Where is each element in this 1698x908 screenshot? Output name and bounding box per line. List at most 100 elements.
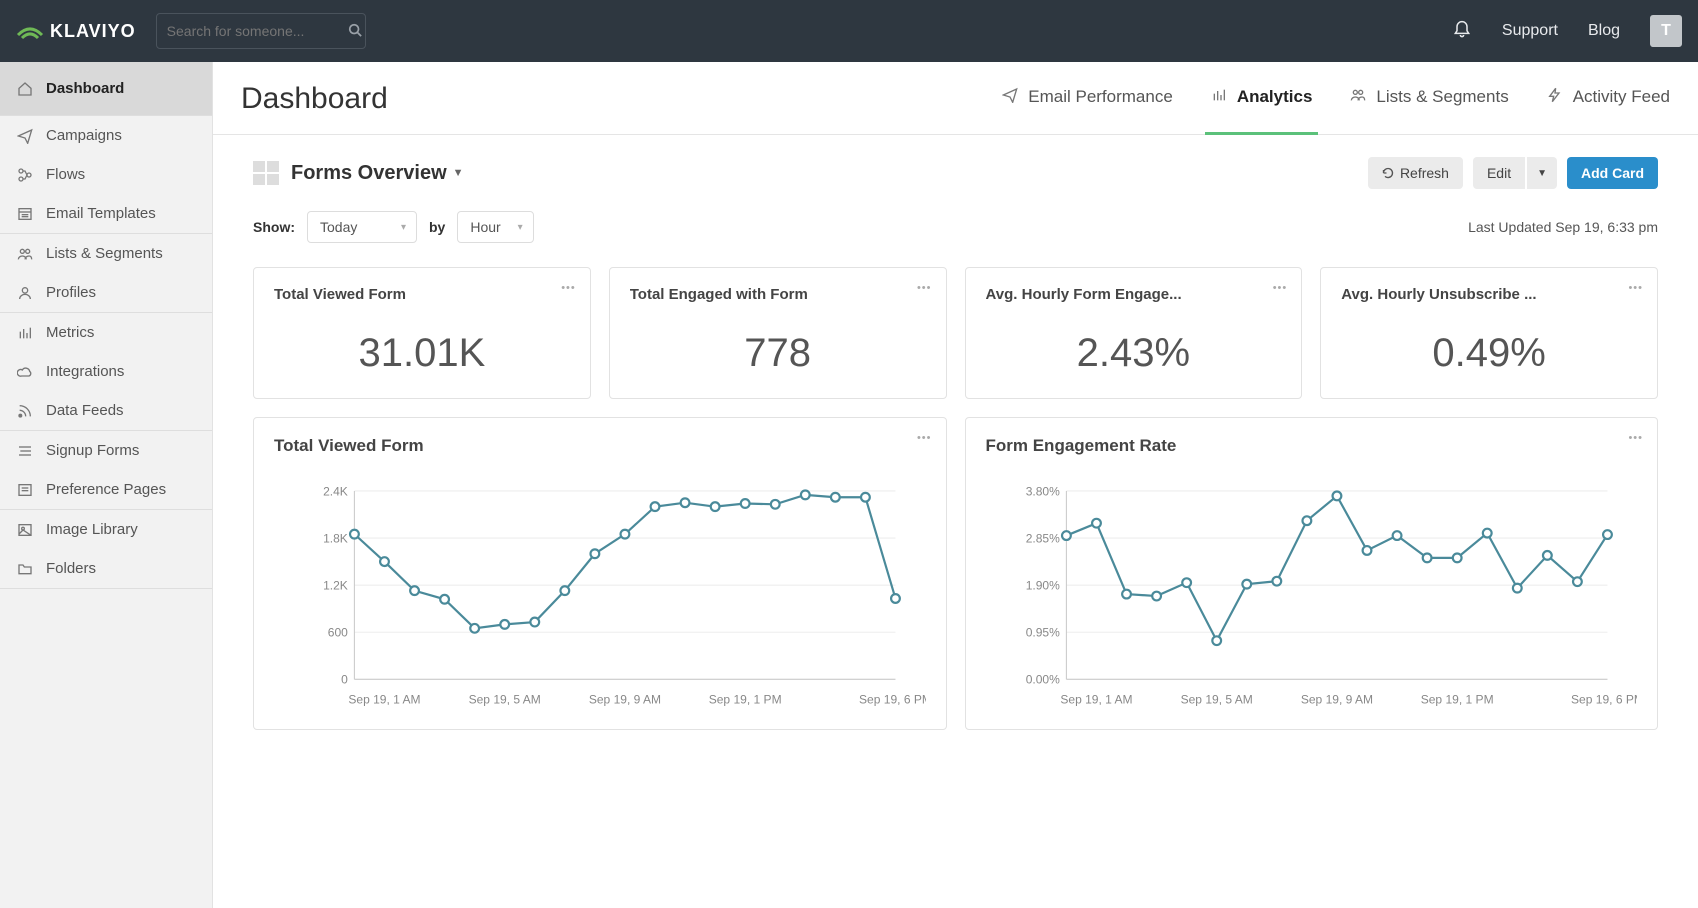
folder-icon [16,561,34,577]
bolt-icon [1547,87,1563,108]
form-icon [16,443,34,459]
support-link[interactable]: Support [1502,22,1558,40]
tab-lists-segments[interactable]: Lists & Segments [1350,87,1508,112]
avatar[interactable]: T [1650,15,1682,47]
sidebar-item-signup-forms[interactable]: Signup Forms [0,431,212,470]
svg-text:0.95%: 0.95% [1025,626,1059,640]
sidebar-item-data-feeds[interactable]: Data Feeds [0,391,212,430]
paper-plane-icon [1002,87,1018,108]
overview-title-text: Forms Overview [291,162,447,185]
edit-button[interactable]: Edit [1473,157,1525,189]
by-select[interactable]: Hour [457,211,533,243]
add-card-button[interactable]: Add Card [1567,157,1658,189]
show-select[interactable]: Today [307,211,417,243]
card-title: Total Viewed Form [274,286,570,303]
svg-text:1.90%: 1.90% [1025,579,1059,593]
brand-text: KLAVIYO [50,21,136,42]
card-value: 31.01K [274,331,570,376]
chart-svg: 0.00%0.95%1.90%2.85%3.80% Sep 19, 1 AMSe… [986,480,1638,710]
svg-text:1.2K: 1.2K [323,579,348,593]
stat-card: ••• Total Engaged with Form 778 [609,267,947,399]
chevron-down-icon: ▼ [453,167,464,179]
sidebar-item-dashboard[interactable]: Dashboard [0,62,212,115]
sidebar-item-preference-pages[interactable]: Preference Pages [0,470,212,509]
svg-text:0.00%: 0.00% [1025,673,1059,687]
home-icon [16,81,34,97]
card-menu-icon[interactable]: ••• [1273,282,1288,294]
stat-cards: ••• Total Viewed Form 31.01K••• Total En… [213,255,1698,411]
tab-email-performance[interactable]: Email Performance [1002,87,1173,112]
svg-text:Sep 19, 6 PM: Sep 19, 6 PM [859,692,925,706]
search-icon[interactable] [348,23,362,40]
svg-text:2.4K: 2.4K [323,484,348,498]
svg-text:600: 600 [328,626,348,640]
svg-text:Sep 19, 9 AM: Sep 19, 9 AM [589,692,661,706]
sidebar-item-campaigns[interactable]: Campaigns [0,116,212,155]
overview-dropdown[interactable]: Forms Overview ▼ [291,162,464,185]
tab-analytics[interactable]: Analytics [1211,87,1313,112]
notifications-icon[interactable] [1452,20,1472,43]
show-label: Show: [253,219,295,235]
sidebar-item-label: Dashboard [46,80,124,97]
search-box[interactable] [156,13,366,49]
barchart-icon [16,325,34,341]
card-menu-icon[interactable]: ••• [1628,432,1643,444]
card-menu-icon[interactable]: ••• [1628,282,1643,294]
page-header: Dashboard Email PerformanceAnalyticsList… [213,62,1698,135]
card-value: 778 [630,331,926,376]
chart-svg: 06001.2K1.8K2.4K Sep 19, 1 AMSep 19, 5 A… [274,480,926,710]
stat-card: ••• Total Viewed Form 31.01K [253,267,591,399]
templates-icon [16,206,34,222]
svg-text:0: 0 [341,673,348,687]
card-title: Total Engaged with Form [630,286,926,303]
feed-icon [16,403,34,419]
blog-link[interactable]: Blog [1588,22,1620,40]
sidebar-item-label: Data Feeds [46,402,124,419]
search-input[interactable] [167,23,348,39]
preference-icon [16,482,34,498]
svg-text:3.80%: 3.80% [1025,484,1059,498]
sidebar-item-label: Preference Pages [46,481,166,498]
users-icon [1350,87,1366,108]
sidebar-item-image-library[interactable]: Image Library [0,510,212,549]
sidebar-item-flows[interactable]: Flows [0,155,212,194]
header-tabs: Email Performance Analytics Lists & Segmen… [1002,87,1670,112]
logo-icon [16,21,44,41]
card-menu-icon[interactable]: ••• [917,432,932,444]
sidebar-item-folders[interactable]: Folders [0,549,212,588]
sidebar-item-label: Image Library [46,521,138,538]
logo[interactable]: KLAVIYO [16,21,136,42]
barchart-icon [1211,87,1227,108]
card-menu-icon[interactable]: ••• [917,282,932,294]
svg-text:Sep 19, 9 AM: Sep 19, 9 AM [1300,692,1372,706]
sidebar-item-email-templates[interactable]: Email Templates [0,194,212,233]
chart-title: Total Viewed Form [274,436,926,456]
svg-text:Sep 19, 6 PM: Sep 19, 6 PM [1571,692,1637,706]
stat-card: ••• Avg. Hourly Unsubscribe ... 0.49% [1320,267,1658,399]
card-title: Avg. Hourly Unsubscribe ... [1341,286,1637,303]
tab-activity-feed[interactable]: Activity Feed [1547,87,1670,112]
sidebar-item-label: Email Templates [46,205,156,222]
edit-dropdown-button[interactable]: ▼ [1527,157,1557,189]
users-icon [16,246,34,262]
sidebar-item-profiles[interactable]: Profiles [0,273,212,312]
top-nav: KLAVIYO Support Blog T [0,0,1698,62]
sidebar-item-label: Metrics [46,324,94,341]
sidebar-item-lists-segments[interactable]: Lists & Segments [0,234,212,273]
svg-text:Sep 19, 5 AM: Sep 19, 5 AM [1180,692,1252,706]
svg-text:Sep 19, 1 PM: Sep 19, 1 PM [1420,692,1493,706]
toolbar: Forms Overview ▼ Refresh Edit ▼ Add Card [213,135,1698,255]
sidebar-item-label: Lists & Segments [46,245,163,262]
refresh-icon [1382,167,1394,179]
sidebar-item-metrics[interactable]: Metrics [0,313,212,352]
cloud-icon [16,364,34,380]
chart-title: Form Engagement Rate [986,436,1638,456]
card-menu-icon[interactable]: ••• [561,282,576,294]
refresh-button[interactable]: Refresh [1368,157,1463,189]
sidebar-item-integrations[interactable]: Integrations [0,352,212,391]
svg-text:Sep 19, 1 AM: Sep 19, 1 AM [1060,692,1132,706]
layout-icon[interactable] [253,161,279,185]
last-updated: Last Updated Sep 19, 6:33 pm [1468,219,1658,235]
main-content: Dashboard Email PerformanceAnalyticsList… [213,62,1698,908]
stat-card: ••• Avg. Hourly Form Engage... 2.43% [965,267,1303,399]
